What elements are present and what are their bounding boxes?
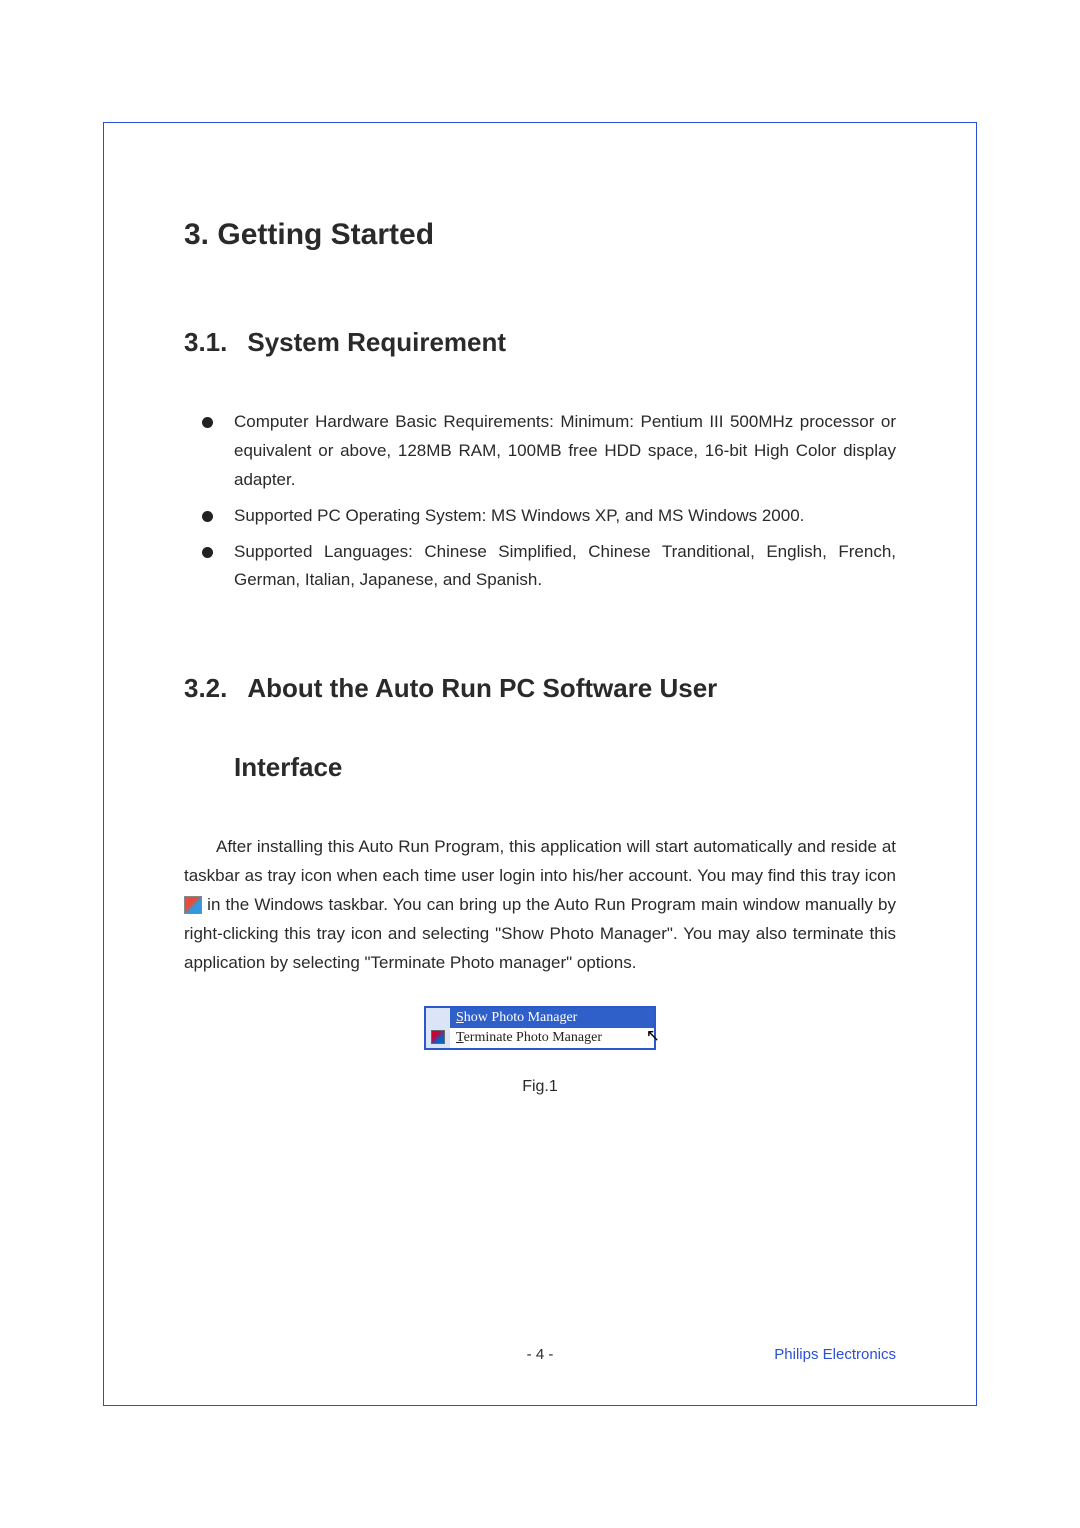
- tray-icon: [184, 896, 202, 914]
- menu-accelerator: S: [456, 1010, 464, 1025]
- section-title-text-line2: Interface: [234, 752, 896, 783]
- figure-1: Show Photo Manager Terminate Photo Manag…: [184, 1006, 896, 1096]
- section-3-1-title: 3.1. System Requirement: [184, 327, 896, 358]
- menu-label-rest: erminate Photo Manager: [464, 1030, 602, 1045]
- list-item: Computer Hardware Basic Requirements: Mi…: [202, 408, 896, 495]
- chapter-title: 3. Getting Started: [184, 218, 896, 252]
- list-item: Supported PC Operating System: MS Window…: [202, 502, 896, 531]
- section-title-text-line1: About the Auto Run PC Software User: [247, 673, 717, 703]
- context-menu-gutter: [426, 1008, 450, 1048]
- context-menu: Show Photo Manager Terminate Photo Manag…: [424, 1006, 656, 1050]
- section-3-2-title: 3.2.About the Auto Run PC Software User …: [184, 673, 896, 783]
- section-number: 3.1.: [184, 327, 227, 358]
- section-number: 3.2.: [184, 673, 227, 704]
- requirements-list: Computer Hardware Basic Requirements: Mi…: [184, 408, 896, 595]
- para-text-after: in the Windows taskbar. You can bring up…: [184, 895, 896, 972]
- menu-item-show-photo-manager[interactable]: Show Photo Manager: [450, 1008, 654, 1028]
- document-page: 3. Getting Started 3.1. System Requiremen…: [0, 0, 1080, 1528]
- menu-label-rest: how Photo Manager: [464, 1010, 578, 1025]
- page-footer: - 4 - Philips Electronics: [104, 1346, 976, 1363]
- list-item: Supported Languages: Chinese Simplified,…: [202, 538, 896, 596]
- cursor-icon: ↖: [646, 1026, 660, 1046]
- context-menu-items: Show Photo Manager Terminate Photo Manag…: [450, 1008, 654, 1048]
- figure-caption: Fig.1: [522, 1078, 558, 1096]
- page-frame: 3. Getting Started 3.1. System Requiremen…: [103, 122, 977, 1406]
- para-text-before: After installing this Auto Run Program, …: [184, 837, 896, 885]
- section-3-2-paragraph: After installing this Auto Run Program, …: [184, 833, 896, 977]
- menu-item-terminate-photo-manager[interactable]: Terminate Photo Manager: [450, 1028, 654, 1048]
- section-title-text: System Requirement: [247, 327, 506, 357]
- page-number: - 4 -: [527, 1346, 554, 1363]
- footer-brand: Philips Electronics: [774, 1346, 896, 1363]
- photo-manager-icon: [431, 1030, 445, 1044]
- menu-accelerator: T: [456, 1030, 464, 1045]
